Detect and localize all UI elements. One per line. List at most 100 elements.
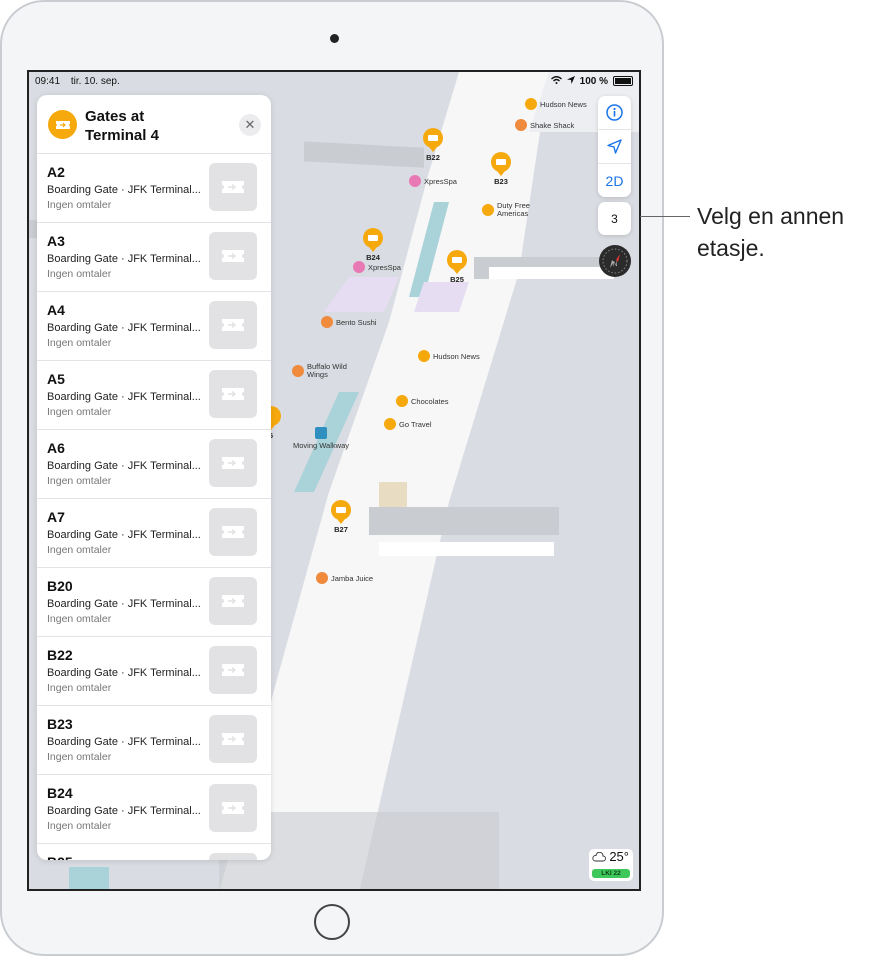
gate-reviews: Ingen omtaler <box>47 751 112 763</box>
location-button[interactable] <box>598 130 631 164</box>
wifi-icon <box>550 75 562 87</box>
gate-thumbnail <box>209 370 257 418</box>
gate-thumbnail <box>209 646 257 694</box>
view-mode-button[interactable]: 2D <box>598 164 631 197</box>
weather-widget: 25° LKI 22 <box>589 849 633 881</box>
ticket-icon <box>423 128 443 152</box>
gate-pin-b23[interactable]: B23 <box>491 152 511 186</box>
compass-button[interactable]: N <box>599 245 631 277</box>
gate-thumbnail <box>209 508 257 556</box>
poi-go-travel[interactable]: Go Travel <box>384 418 432 430</box>
battery-percent: 100 % <box>579 75 608 87</box>
gate-list-item[interactable]: B22 Boarding Gate · JFK Terminal... Ingen … <box>37 637 271 706</box>
gate-reviews: Ingen omtaler <box>47 475 112 487</box>
gate-list-item[interactable]: A6 Boarding Gate · JFK Terminal... Ingen o… <box>37 430 271 499</box>
gate-thumbnail <box>209 232 257 280</box>
ticket-icon <box>363 228 383 252</box>
gate-list[interactable]: A2 Boarding Gate · JFK Terminal... Ingen o… <box>37 154 271 860</box>
poi-xpresspa-2[interactable]: XpresSpa <box>353 261 401 273</box>
gate-thumbnail <box>209 853 257 860</box>
boarding-pass-icon <box>222 319 244 331</box>
panel-title: Gates at Terminal 4 <box>85 108 159 144</box>
location-arrow-icon <box>607 139 622 154</box>
boarding-pass-icon <box>222 595 244 607</box>
ticket-icon <box>447 250 467 274</box>
battery-icon <box>613 76 633 86</box>
gate-list-item[interactable]: B25 <box>37 844 271 860</box>
food-icon <box>321 316 333 328</box>
poi-moving-walkway[interactable]: Moving Walkway <box>293 427 349 450</box>
location-services-icon <box>566 75 575 87</box>
fork-knife-icon <box>515 119 527 131</box>
spa-icon <box>409 175 421 187</box>
gate-thumbnail <box>209 715 257 763</box>
gate-pin-b25[interactable]: B25 <box>447 250 467 284</box>
gate-list-item[interactable]: A5 Boarding Gate · JFK Terminal... Ingen o… <box>37 361 271 430</box>
gate-list-item[interactable]: B23 Boarding Gate · JFK Terminal... Ingen … <box>37 706 271 775</box>
air-quality-badge: LKI 22 <box>592 869 630 878</box>
home-button[interactable] <box>314 904 350 940</box>
floor-selector-button[interactable]: 3 <box>598 202 631 235</box>
gate-pin-b22[interactable]: B22 <box>423 128 443 162</box>
poi-bento-sushi[interactable]: Bento Sushi <box>321 316 376 328</box>
close-icon: ✕ <box>244 117 256 132</box>
drink-icon <box>316 572 328 584</box>
boarding-pass-icon <box>222 250 244 262</box>
gate-name: A2 <box>47 164 65 180</box>
gate-thumbnail <box>209 301 257 349</box>
ticket-icon <box>491 152 511 176</box>
poi-xpresspa[interactable]: XpresSpa <box>409 175 457 187</box>
gate-name: B20 <box>47 578 73 594</box>
poi-jamba-juice[interactable]: Jamba Juice <box>316 572 373 584</box>
gate-subtitle: Boarding Gate · JFK Terminal... <box>47 667 201 679</box>
boarding-pass-icon <box>222 457 244 469</box>
gate-subtitle: Boarding Gate · JFK Terminal... <box>47 529 201 541</box>
poi-chocolates[interactable]: Chocolates <box>396 395 449 407</box>
boarding-pass-icon <box>222 526 244 538</box>
shopping-bag-icon <box>418 350 430 362</box>
gate-list-item[interactable]: A7 Boarding Gate · JFK Terminal... Ingen o… <box>37 499 271 568</box>
gate-thumbnail <box>209 577 257 625</box>
boarding-pass-icon <box>222 388 244 400</box>
boarding-pass-icon <box>222 802 244 814</box>
cloud-icon <box>592 852 606 862</box>
gate-reviews: Ingen omtaler <box>47 544 112 556</box>
gate-subtitle: Boarding Gate · JFK Terminal... <box>47 460 201 472</box>
info-icon <box>606 104 623 121</box>
close-button[interactable]: ✕ <box>239 114 261 136</box>
gate-list-item[interactable]: A3 Boarding Gate · JFK Terminal... Ingen o… <box>37 223 271 292</box>
poi-hudson-news[interactable]: Hudson News <box>525 98 587 110</box>
callout-line <box>640 216 690 217</box>
crown-icon <box>396 395 408 407</box>
poi-shake-shack[interactable]: Shake Shack <box>515 119 574 131</box>
gate-list-item[interactable]: B20 Boarding Gate · JFK Terminal... Ingen … <box>37 568 271 637</box>
poi-hudson-news-2[interactable]: Hudson News <box>418 350 480 362</box>
shopping-bag-icon <box>525 98 537 110</box>
info-button[interactable] <box>598 96 631 130</box>
poi-duty-free-americas[interactable]: Duty Free Americas <box>482 202 552 218</box>
gate-reviews: Ingen omtaler <box>47 337 112 349</box>
panel-header: Gates at Terminal 4 ✕ <box>37 95 271 154</box>
gate-reviews: Ingen omtaler <box>47 199 112 211</box>
spa-icon <box>353 261 365 273</box>
ipad-frame: 09:41 tir. 10. sep. 100 % B22 B23 B24 B2… <box>0 0 664 956</box>
gate-name: B23 <box>47 716 73 732</box>
gate-reviews: Ingen omtaler <box>47 268 112 280</box>
boarding-pass-icon <box>222 733 244 745</box>
svg-text:N: N <box>613 262 617 268</box>
gate-subtitle: Boarding Gate · JFK Terminal... <box>47 391 201 403</box>
screen: 09:41 tir. 10. sep. 100 % B22 B23 B24 B2… <box>27 70 641 891</box>
gate-pin-b24[interactable]: B24 <box>363 228 383 262</box>
compass-icon: N <box>602 248 628 274</box>
gate-subtitle: Boarding Gate · JFK Terminal... <box>47 184 201 196</box>
gate-name: B25 <box>47 854 73 860</box>
gate-subtitle: Boarding Gate · JFK Terminal... <box>47 598 201 610</box>
gate-name: B24 <box>47 785 73 801</box>
poi-buffalo-wild-wings[interactable]: Buffalo Wild Wings <box>292 363 362 379</box>
gate-list-item[interactable]: A4 Boarding Gate · JFK Terminal... Ingen o… <box>37 292 271 361</box>
gate-list-item[interactable]: B24 Boarding Gate · JFK Terminal... Ingen … <box>37 775 271 844</box>
status-bar: 09:41 tir. 10. sep. 100 % <box>29 72 639 90</box>
gate-pin-b27[interactable]: B27 <box>331 500 351 534</box>
gate-list-item[interactable]: A2 Boarding Gate · JFK Terminal... Ingen o… <box>37 154 271 223</box>
gate-subtitle: Boarding Gate · JFK Terminal... <box>47 805 201 817</box>
